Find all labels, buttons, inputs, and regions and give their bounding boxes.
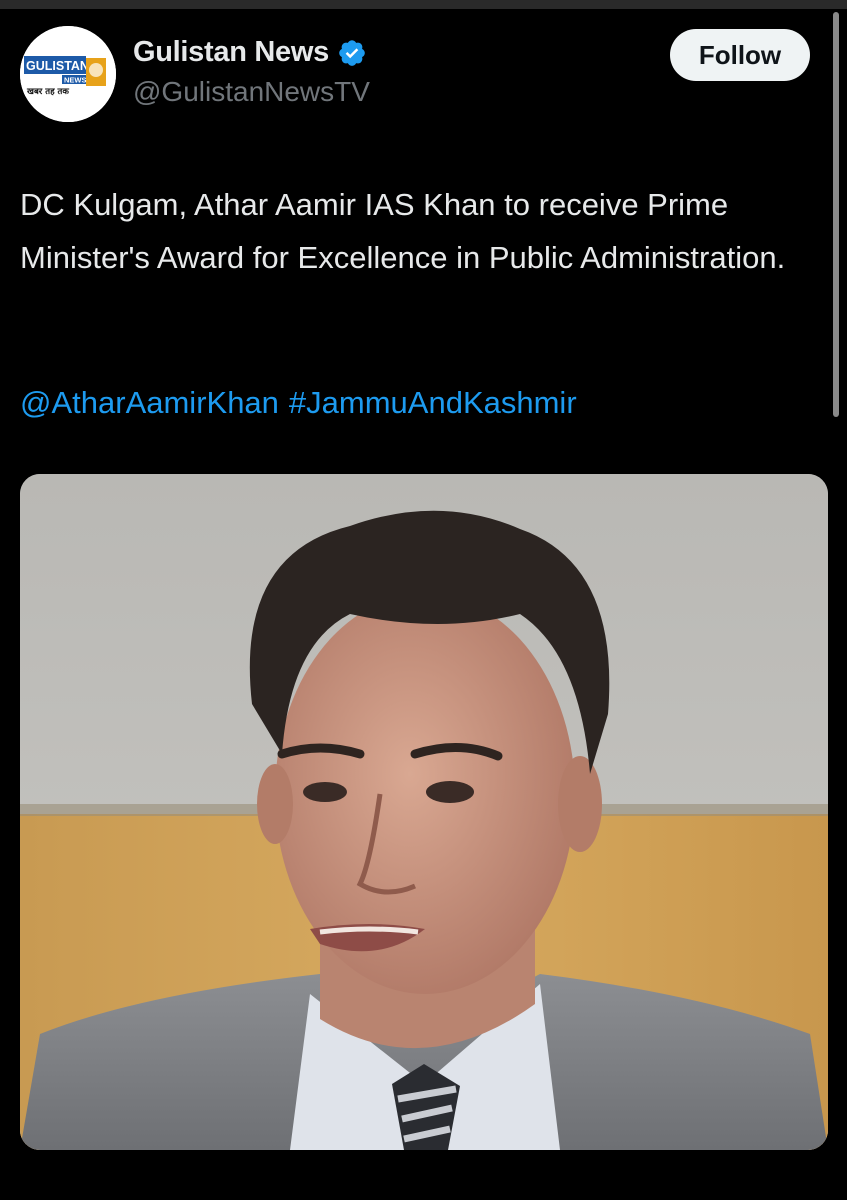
mention-link[interactable]: @AtharAamirKhan	[20, 376, 279, 429]
hashtag-link[interactable]: #JammuAndKashmir	[289, 376, 577, 429]
account-handle[interactable]: @GulistanNewsTV	[133, 76, 370, 108]
logo-sub-text: NEWS	[64, 76, 87, 85]
follow-button[interactable]: Follow	[670, 29, 810, 81]
scrollbar[interactable]	[833, 12, 839, 417]
top-status-strip	[0, 0, 847, 9]
avatar[interactable]: GULISTAN NEWS खबर तह तक	[20, 26, 116, 122]
tweet-text: DC Kulgam, Athar Aamir IAS Khan to recei…	[20, 187, 786, 275]
tweet-tags: @AtharAamirKhan #JammuAndKashmir	[20, 376, 577, 429]
logo-tagline-text: खबर तह तक	[26, 87, 69, 97]
account-name-row[interactable]: Gulistan News	[133, 36, 367, 69]
portrait-photo-icon	[20, 474, 828, 1150]
logo-brand-text: GULISTAN	[26, 59, 89, 73]
account-display-name[interactable]: Gulistan News	[133, 36, 329, 69]
tweet-media-photo[interactable]	[20, 474, 828, 1150]
verified-badge-icon	[339, 39, 365, 66]
gulistan-logo-icon: GULISTAN NEWS खबर तह तक	[20, 26, 116, 122]
